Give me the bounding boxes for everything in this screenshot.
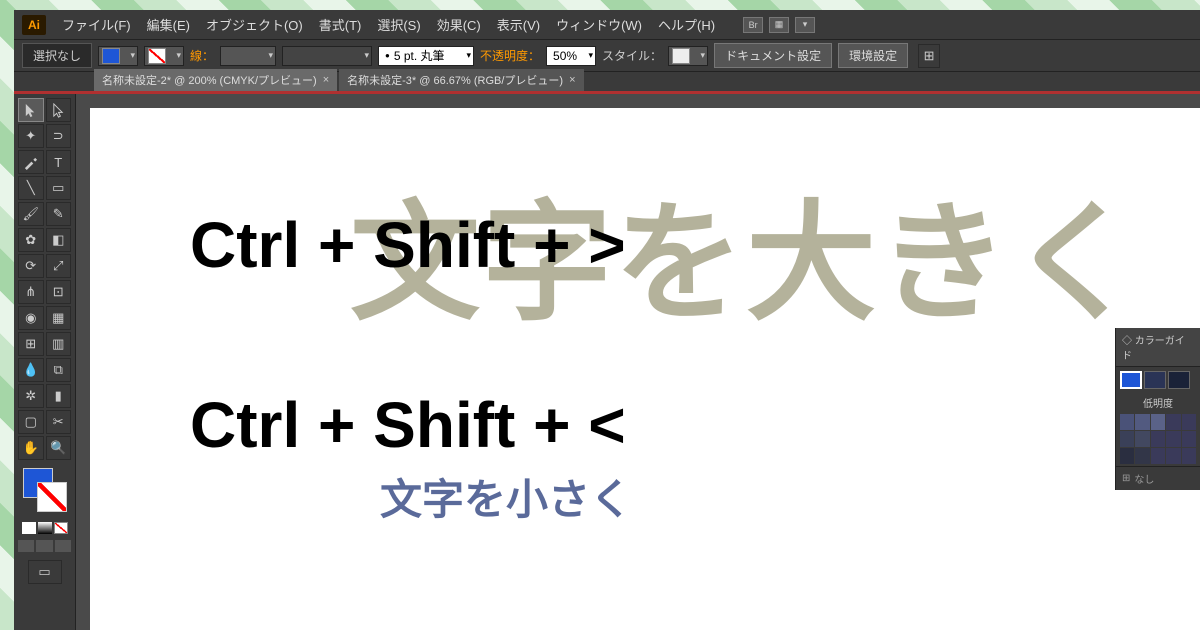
style-dropdown[interactable] — [668, 46, 708, 66]
control-bar: 選択なし 線： ●5 pt. 丸筆 不透明度： 50% スタイル： ドキュメント… — [14, 40, 1200, 72]
fill-color-dropdown[interactable] — [98, 46, 138, 66]
zoom-tool[interactable]: 🔍 — [46, 436, 72, 460]
color-grid[interactable] — [1116, 412, 1200, 466]
tool-panel: ✦ ⊃ T ╲ ▭ 🖌 ✎ ✿ ◧ ⟳ ⤢ — [14, 94, 76, 630]
document-tabs: 名称未設定-2* @ 200% (CMYK/プレビュー) × 名称未設定-3* … — [14, 72, 1200, 94]
symbol-sprayer-tool[interactable]: ✲ — [18, 384, 44, 408]
color-mode-icon[interactable] — [22, 522, 36, 534]
stroke-color-dropdown[interactable] — [144, 46, 184, 66]
selection-status: 選択なし — [22, 43, 92, 68]
color-guide-panel: ◇ カラーガイド 低明度 ⊞ なし — [1115, 328, 1200, 490]
menu-bar: Ai ファイル(F) 編集(E) オブジェクト(O) 書式(T) 選択(S) 効… — [14, 10, 1200, 40]
document-setup-button[interactable]: ドキュメント設定 — [714, 43, 832, 68]
stroke-weight-dropdown[interactable] — [220, 46, 276, 66]
blob-brush-tool[interactable]: ✿ — [18, 228, 44, 252]
width-tool[interactable]: ⋔ — [18, 280, 44, 304]
menu-select[interactable]: 選択(S) — [369, 15, 428, 34]
caption-text-small: 文字を小さく — [380, 466, 632, 527]
tab-1[interactable]: 名称未設定-2* @ 200% (CMYK/プレビュー) × — [94, 69, 337, 91]
slice-tool[interactable]: ✂ — [46, 410, 72, 434]
column-graph-tool[interactable]: ▮ — [46, 384, 72, 408]
screen-mode-button[interactable]: ▭ — [28, 560, 62, 584]
lightness-label: 低明度 — [1116, 393, 1200, 412]
artboard[interactable]: 文字を大きく Ctrl + Shift + > Ctrl + Shift + <… — [90, 108, 1200, 630]
line-tool[interactable]: ╲ — [18, 176, 44, 200]
hand-tool[interactable]: ✋ — [18, 436, 44, 460]
lasso-tool[interactable]: ⊃ — [46, 124, 72, 148]
mesh-tool[interactable]: ⊞ — [18, 332, 44, 356]
close-icon[interactable]: × — [569, 74, 575, 86]
tab-2[interactable]: 名称未設定-3* @ 66.67% (RGB/プレビュー) × — [339, 69, 583, 91]
draw-behind-icon[interactable] — [36, 540, 52, 552]
menu-view[interactable]: 表示(V) — [489, 15, 548, 34]
eraser-tool[interactable]: ◧ — [46, 228, 72, 252]
gradient-mode-icon[interactable] — [38, 522, 52, 534]
variable-width-dropdown[interactable] — [282, 46, 372, 66]
harmony-swatch[interactable] — [1144, 371, 1166, 389]
free-transform-tool[interactable]: ⊡ — [46, 280, 72, 304]
close-icon[interactable]: × — [323, 74, 329, 86]
rectangle-tool[interactable]: ▭ — [46, 176, 72, 200]
app-logo: Ai — [22, 15, 46, 35]
align-icon[interactable]: ⊞ — [918, 44, 940, 68]
workspace-btn-2[interactable]: ▦ — [769, 17, 789, 33]
stroke-swatch[interactable] — [37, 482, 67, 512]
tab-label: 名称未設定-2* @ 200% (CMYK/プレビュー) — [102, 72, 317, 88]
preferences-button[interactable]: 環境設定 — [838, 43, 908, 68]
library-icon[interactable]: ⊞ — [1122, 473, 1130, 484]
blend-tool[interactable]: ⧉ — [46, 358, 72, 382]
brush-dropdown[interactable]: ●5 pt. 丸筆 — [378, 46, 474, 66]
menu-effect[interactable]: 効果(C) — [429, 15, 489, 34]
workspace-dropdown[interactable]: ▾ — [795, 17, 815, 33]
workspace-btn-1[interactable]: Br — [743, 17, 763, 33]
opacity-label: 不透明度： — [480, 47, 540, 64]
canvas-area: 文字を大きく Ctrl + Shift + > Ctrl + Shift + <… — [76, 94, 1200, 630]
rotate-tool[interactable]: ⟳ — [18, 254, 44, 278]
base-color-swatch[interactable] — [1120, 371, 1142, 389]
menu-object[interactable]: オブジェクト(O) — [198, 15, 311, 34]
artboard-tool[interactable]: ▢ — [18, 410, 44, 434]
type-tool[interactable]: T — [46, 150, 72, 174]
scale-tool[interactable]: ⤢ — [46, 254, 72, 278]
menu-edit[interactable]: 編集(E) — [139, 15, 198, 34]
direct-selection-tool[interactable] — [46, 98, 72, 122]
perspective-tool[interactable]: ▦ — [46, 306, 72, 330]
menu-window[interactable]: ウィンドウ(W) — [548, 15, 650, 34]
panel-footer: ⊞ なし — [1116, 466, 1200, 490]
style-label: スタイル： — [602, 47, 662, 64]
eyedropper-tool[interactable]: 💧 — [18, 358, 44, 382]
fill-stroke-indicator[interactable] — [23, 468, 67, 512]
panel-title: ◇ カラーガイド — [1116, 328, 1200, 367]
none-mode-icon[interactable] — [54, 522, 68, 534]
menu-file[interactable]: ファイル(F) — [54, 15, 139, 34]
tab-label: 名称未設定-3* @ 66.67% (RGB/プレビュー) — [347, 72, 563, 88]
harmony-swatch[interactable] — [1168, 371, 1190, 389]
pen-tool[interactable] — [18, 150, 44, 174]
magic-wand-tool[interactable]: ✦ — [18, 124, 44, 148]
pencil-tool[interactable]: ✎ — [46, 202, 72, 226]
shortcut-text-1: Ctrl + Shift + > — [190, 208, 626, 282]
gradient-tool[interactable]: ▥ — [46, 332, 72, 356]
menu-type[interactable]: 書式(T) — [311, 15, 370, 34]
opacity-dropdown[interactable]: 50% — [546, 46, 596, 66]
stroke-label: 線： — [190, 47, 214, 64]
draw-inside-icon[interactable] — [55, 540, 71, 552]
paintbrush-tool[interactable]: 🖌 — [18, 202, 44, 226]
draw-normal-icon[interactable] — [18, 540, 34, 552]
menu-help[interactable]: ヘルプ(H) — [650, 15, 723, 34]
shortcut-text-2: Ctrl + Shift + < — [190, 388, 626, 462]
selection-tool[interactable] — [18, 98, 44, 122]
shape-builder-tool[interactable]: ◉ — [18, 306, 44, 330]
